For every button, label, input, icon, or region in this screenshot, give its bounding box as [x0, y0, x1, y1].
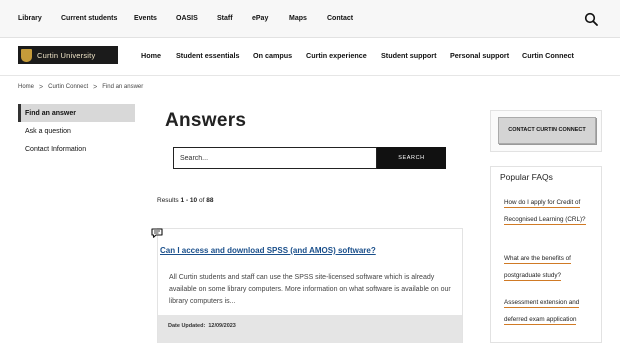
nav-student-support[interactable]: Student support [381, 51, 437, 60]
faq-link[interactable]: Assessment extension and deferred exam a… [504, 299, 580, 325]
nav-personal-support[interactable]: Personal support [450, 51, 509, 60]
util-link-current-students[interactable]: Current students [61, 15, 117, 22]
faq-item[interactable]: What are the benefits of postgraduate st… [504, 250, 598, 284]
util-link-maps[interactable]: Maps [289, 15, 307, 22]
date-updated-value: 12/09/2023 [208, 323, 236, 329]
popular-faqs-title: Popular FAQs [500, 172, 553, 182]
crest-icon [21, 48, 32, 62]
results-total: 88 [206, 197, 214, 204]
util-link-staff[interactable]: Staff [217, 15, 233, 22]
breadcrumb-home[interactable]: Home [18, 84, 34, 90]
util-link-contact[interactable]: Contact [327, 15, 353, 22]
breadcrumb-separator: > [39, 83, 44, 91]
nav-curtin-experience[interactable]: Curtin experience [306, 51, 367, 60]
results-dash: - [185, 197, 189, 204]
breadcrumb-separator: > [93, 83, 98, 91]
sidebar-item-ask-a-question[interactable]: Ask a question [18, 122, 135, 140]
faq-link[interactable]: How do I apply for Credit of Recognised … [504, 199, 586, 225]
results-of-label: of [198, 197, 205, 204]
breadcrumb-current: Find an answer [102, 84, 144, 90]
result-title-link[interactable]: Can I access and download SPSS (and AMOS… [160, 246, 376, 255]
result-excerpt: All Curtin students and staff can use th… [169, 274, 451, 305]
nav-curtin-connect[interactable]: Curtin Connect [522, 51, 574, 60]
date-updated-label: Date Updated: [168, 323, 206, 329]
chat-icon [151, 228, 163, 238]
util-link-library[interactable]: Library [18, 15, 42, 22]
page-title: Answers [165, 110, 247, 131]
results-prefix: Results [157, 197, 179, 204]
results-from: 1 [180, 197, 185, 204]
date-updated: Date Updated: 12/09/2023 [168, 323, 236, 329]
results-count: Results 1 - 10 of 88 [157, 197, 213, 204]
breadcrumb: Home > Curtin Connect > Find an answer [18, 82, 143, 92]
breadcrumb-curtin-connect[interactable]: Curtin Connect [48, 84, 88, 90]
util-link-oasis[interactable]: OASIS [176, 15, 198, 22]
curtin-logo[interactable]: Curtin University [18, 46, 118, 64]
logo-text: Curtin University [37, 50, 96, 60]
sidebar: Find an answer Ask a question Contact In… [18, 104, 135, 158]
contact-curtin-connect-button[interactable]: CONTACT CURTIN CONNECT [498, 117, 596, 144]
faq-link[interactable]: What are the benefits of postgraduate st… [504, 255, 571, 281]
search-button[interactable]: SEARCH [377, 147, 446, 169]
util-link-epay[interactable]: ePay [252, 15, 268, 22]
sidebar-item-find-an-answer[interactable]: Find an answer [18, 104, 135, 122]
main-navigation: Curtin University Home Student essential… [0, 38, 620, 76]
faq-item[interactable]: How do I apply for Credit of Recognised … [504, 194, 598, 228]
search-input[interactable] [173, 147, 377, 169]
faq-item[interactable]: Assessment extension and deferred exam a… [504, 294, 598, 328]
nav-on-campus[interactable]: On campus [253, 51, 292, 60]
search-icon[interactable] [584, 12, 598, 26]
sidebar-item-contact-information[interactable]: Contact Information [18, 140, 135, 158]
nav-home[interactable]: Home [141, 51, 161, 60]
nav-student-essentials[interactable]: Student essentials [176, 51, 240, 60]
results-to: 10 [189, 197, 198, 204]
utility-bar: Library Current students Events OASIS St… [0, 0, 620, 38]
result-date-bar: Date Updated: 12/09/2023 [158, 315, 462, 343]
util-link-events[interactable]: Events [134, 15, 157, 22]
